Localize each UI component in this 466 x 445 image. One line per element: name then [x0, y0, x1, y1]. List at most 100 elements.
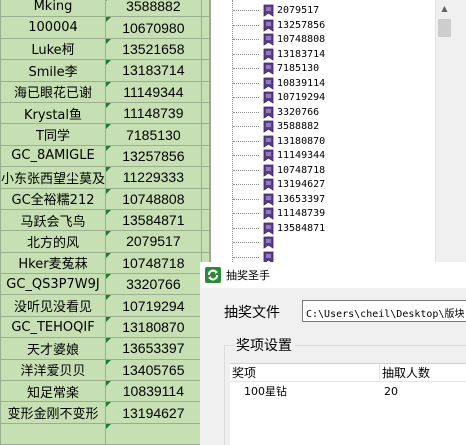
id-cell[interactable]: 11149344: [105, 80, 202, 103]
tree-item[interactable]: 10748718: [233, 164, 325, 177]
dialog-titlebar[interactable]: 抽奖圣手: [200, 262, 466, 288]
prize-count-cell[interactable]: 20: [380, 383, 466, 401]
bookmark-node-icon: [263, 120, 274, 133]
empty-cell[interactable]: [200, 101, 210, 125]
id-cell[interactable]: 10719294: [105, 294, 202, 317]
tree-branch-line: [233, 82, 259, 84]
column-header-count[interactable]: 抽取人数: [380, 364, 466, 381]
tree-item[interactable]: 3588882: [233, 120, 319, 133]
tree-item[interactable]: 13194627: [233, 178, 325, 191]
file-path-input[interactable]: C:\Users\cheil\Desktop\版块: [302, 300, 466, 322]
prize-name-cell[interactable]: 100星钻: [230, 383, 380, 401]
name-cell[interactable]: GC_QS3P7W9J: [0, 273, 107, 296]
scroll-thumb[interactable]: [438, 19, 451, 37]
table-row: 北方的风 2079517: [0, 230, 210, 253]
id-cell[interactable]: 10670980: [105, 16, 202, 39]
tree-item[interactable]: [233, 251, 277, 262]
bookmark-node-icon: [263, 149, 274, 162]
name-cell[interactable]: GC全裕糯212: [0, 187, 107, 210]
bookmark-node-icon: [263, 178, 274, 191]
name-cell[interactable]: Smile李: [0, 59, 107, 82]
bookmark-node-icon: [263, 207, 274, 220]
name-cell[interactable]: Luke柯: [0, 37, 107, 61]
id-cell[interactable]: 11229333: [105, 166, 202, 189]
id-cell[interactable]: 7185130: [105, 123, 202, 146]
id-cell[interactable]: 10748718: [105, 251, 202, 275]
id-cell[interactable]: 10839114: [105, 380, 202, 403]
table-row: 100004 10670980: [0, 16, 210, 39]
tree-item[interactable]: [233, 236, 277, 249]
tree-item[interactable]: 7185130: [233, 62, 319, 75]
tree-side-panel: [452, 0, 466, 262]
tree-item[interactable]: 10839114: [233, 77, 325, 90]
name-cell[interactable]: 天才婆娘: [0, 337, 107, 360]
prize-grid[interactable]: 奖项 抽取人数 100星钻 20: [230, 363, 466, 445]
empty-cell[interactable]: [200, 16, 210, 39]
tree-item[interactable]: 13180870: [233, 135, 325, 148]
tree-item[interactable]: 13653397: [233, 193, 325, 206]
tree-view[interactable]: 2079517 13257856 10748808 13183714 7185130 10…: [210, 0, 466, 262]
empty-cell[interactable]: [200, 230, 210, 253]
tree-item[interactable]: 13257856: [233, 19, 325, 32]
id-cell[interactable]: 13584871: [105, 208, 202, 232]
scroll-up-icon[interactable]: ▲: [436, 0, 453, 17]
name-cell[interactable]: GC_8AMIGLE: [0, 144, 107, 168]
tree-item-label: 11148739: [277, 208, 326, 219]
name-cell[interactable]: Hker麦菟菻: [0, 251, 107, 275]
tree-branch-line: [233, 126, 259, 127]
name-cell[interactable]: 海已眼花已谢: [0, 80, 107, 103]
id-cell[interactable]: 13257856: [105, 144, 202, 168]
tree-branch-line: [233, 242, 259, 243]
spreadsheet-grid[interactable]: Mking 3588882 100004 10670980 Luke柯 13521658 S…: [0, 0, 210, 445]
tree-item[interactable]: 3320766: [233, 106, 319, 119]
name-cell[interactable]: Mking: [0, 0, 107, 18]
tree-item[interactable]: 11149344: [233, 149, 325, 162]
id-cell[interactable]: 13183714: [105, 59, 202, 82]
id-cell[interactable]: 10748808: [105, 187, 202, 210]
tree-branch-line: [233, 198, 259, 200]
name-cell[interactable]: 洋洋爱贝贝: [0, 358, 107, 382]
id-cell[interactable]: 3320766: [105, 273, 202, 296]
id-cell[interactable]: 2079517: [105, 230, 202, 253]
name-cell[interactable]: GC_TEHOQIF: [0, 315, 107, 339]
name-cell[interactable]: 马跃会飞鸟: [0, 208, 107, 232]
table-row: GC_TEHOQIF 13180870: [0, 315, 210, 339]
tree-item[interactable]: 10748808: [233, 33, 325, 46]
tree-item[interactable]: 2079517: [233, 4, 319, 17]
id-cell[interactable]: 13180870: [105, 315, 202, 339]
id-cell[interactable]: 13405765: [105, 358, 202, 382]
name-cell[interactable]: T同学: [0, 123, 107, 146]
tree-item[interactable]: 10719294: [233, 91, 325, 104]
id-cell[interactable]: 13653397: [105, 337, 202, 360]
id-cell[interactable]: 3588882: [105, 0, 202, 18]
empty-cell[interactable]: [200, 144, 210, 168]
empty-cell[interactable]: [200, 166, 210, 189]
tree-item-label: 3320766: [277, 106, 320, 118]
id-cell[interactable]: [105, 422, 202, 445]
tree-scrollbar[interactable]: ▲: [435, 0, 452, 262]
empty-cell[interactable]: [200, 208, 210, 232]
column-header-prize[interactable]: 奖项: [230, 364, 380, 381]
id-cell[interactable]: 11148739: [105, 101, 202, 125]
tree-item[interactable]: 11148739: [233, 207, 325, 220]
empty-cell[interactable]: [200, 187, 210, 210]
id-cell[interactable]: 13521658: [105, 37, 202, 61]
tree-item[interactable]: 13584871: [233, 222, 325, 235]
name-cell[interactable]: 知足常楽: [0, 380, 107, 403]
empty-cell[interactable]: [200, 80, 210, 103]
id-cell[interactable]: 13194627: [105, 401, 202, 424]
empty-cell[interactable]: [200, 0, 210, 18]
name-cell[interactable]: 北方的风: [0, 230, 107, 253]
empty-cell[interactable]: [200, 123, 210, 146]
name-cell[interactable]: 小东张西望尘莫及: [0, 166, 107, 189]
prize-row[interactable]: 100星钻 20: [230, 383, 466, 401]
name-cell[interactable]: 没听见没看见: [0, 294, 107, 317]
table-row: 变形金刚不变形 13194627: [0, 401, 210, 424]
empty-cell[interactable]: [200, 37, 210, 61]
name-cell[interactable]: 100004: [0, 16, 107, 39]
name-cell[interactable]: Krystal鱼: [0, 101, 107, 125]
tree-item[interactable]: 13183714: [233, 48, 325, 61]
name-cell[interactable]: 变形金刚不变形: [0, 401, 107, 424]
name-cell[interactable]: [0, 422, 107, 445]
empty-cell[interactable]: [200, 59, 210, 82]
